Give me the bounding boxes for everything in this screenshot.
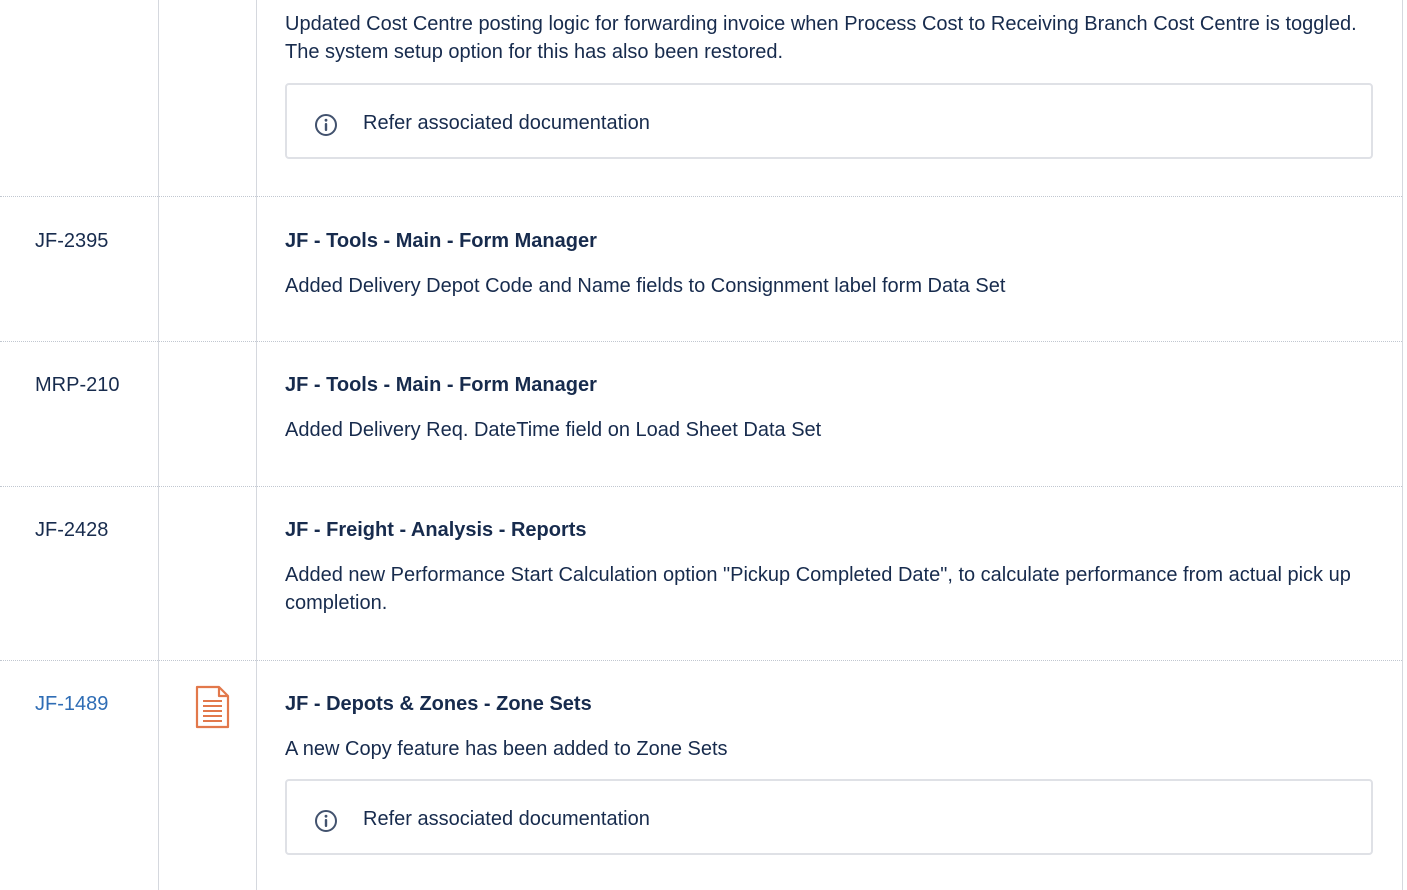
info-panel: Refer associated documentation	[285, 779, 1373, 855]
row-description: Updated Cost Centre posting logic for fo…	[285, 13, 1357, 63]
release-notes-table: Updated Cost Centre posting logic for fo…	[0, 0, 1407, 890]
issue-key: JF-2395	[35, 230, 109, 252]
table-row: MRP-210 JF - Tools - Main - Form Manager…	[0, 342, 1402, 486]
row-description: Added Delivery Req. DateTime field on Lo…	[285, 419, 822, 441]
row-description: Added new Performance Start Calculation …	[285, 564, 1351, 614]
table-row: JF-2428 JF - Freight - Analysis - Report…	[0, 487, 1402, 660]
table-row: JF-2395 JF - Tools - Main - Form Manager…	[0, 197, 1402, 341]
issue-key: MRP-210	[35, 374, 120, 396]
document-icon[interactable]	[193, 685, 231, 729]
row-title: JF - Tools - Main - Form Manager	[285, 230, 597, 252]
info-icon	[315, 810, 337, 832]
info-icon	[315, 114, 337, 136]
table-row: Updated Cost Centre posting logic for fo…	[0, 0, 1402, 196]
row-title: JF - Tools - Main - Form Manager	[285, 374, 597, 396]
column-divider	[1402, 0, 1403, 890]
table-row: JF-1489 JF - Depots & Zones - Zone Sets …	[0, 661, 1402, 890]
info-panel-text: Refer associated documentation	[363, 112, 650, 134]
info-panel: Refer associated documentation	[285, 83, 1373, 159]
issue-key: JF-2428	[35, 519, 109, 541]
row-description: Added Delivery Depot Code and Name field…	[285, 275, 1006, 297]
row-description: A new Copy feature has been added to Zon…	[285, 738, 728, 760]
info-panel-text: Refer associated documentation	[363, 808, 650, 830]
row-title: JF - Freight - Analysis - Reports	[285, 519, 587, 541]
row-title: JF - Depots & Zones - Zone Sets	[285, 693, 592, 715]
issue-key-link[interactable]: JF-1489	[35, 690, 108, 718]
